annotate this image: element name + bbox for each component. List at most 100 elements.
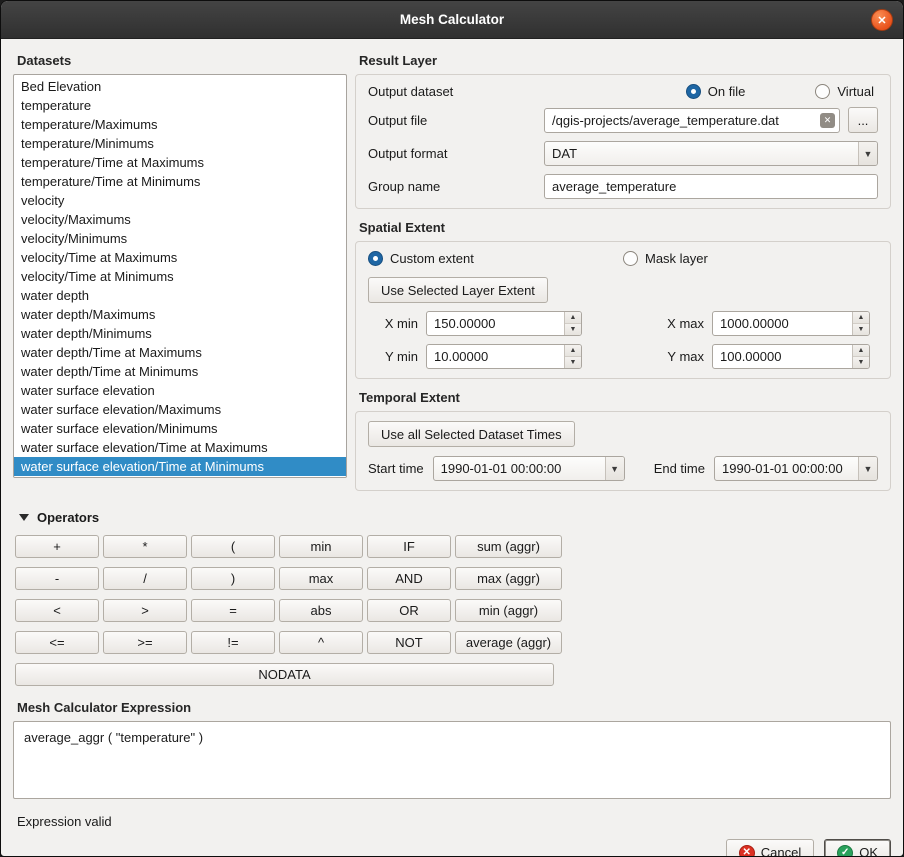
virtual-radio-label: Virtual bbox=[837, 84, 874, 99]
mask-layer-radio[interactable]: Mask layer bbox=[623, 251, 708, 266]
spin-down-icon[interactable]: ▼ bbox=[565, 324, 581, 335]
dataset-item[interactable]: velocity/Time at Maximums bbox=[14, 248, 346, 267]
dataset-item[interactable]: water depth/Time at Maximums bbox=[14, 343, 346, 362]
x-min-label: X min bbox=[368, 316, 418, 331]
operator-button[interactable]: min bbox=[279, 535, 363, 558]
y-min-spin-buttons: ▲ ▼ bbox=[564, 345, 581, 368]
operator-button[interactable]: < bbox=[15, 599, 99, 622]
operator-button[interactable]: + bbox=[15, 535, 99, 558]
operator-button[interactable]: - bbox=[15, 567, 99, 590]
operator-button[interactable]: = bbox=[191, 599, 275, 622]
operators-collapse-header[interactable]: Operators bbox=[19, 510, 891, 525]
dataset-item[interactable]: water surface elevation/Time at Maximums bbox=[14, 438, 346, 457]
dataset-item[interactable]: velocity bbox=[14, 191, 346, 210]
operator-button[interactable]: min (aggr) bbox=[455, 599, 562, 622]
dataset-item[interactable]: velocity/Minimums bbox=[14, 229, 346, 248]
y-min-spinbox[interactable]: 10.00000 ▲ ▼ bbox=[426, 344, 582, 369]
browse-file-button[interactable]: ... bbox=[848, 107, 878, 133]
output-format-label: Output format bbox=[368, 146, 536, 161]
output-file-input-wrap: ✕ bbox=[544, 108, 840, 133]
operator-button[interactable]: IF bbox=[367, 535, 451, 558]
spin-up-icon[interactable]: ▲ bbox=[853, 345, 869, 357]
dataset-item[interactable]: temperature bbox=[14, 96, 346, 115]
top-row: Datasets Bed Elevation temperature tempe… bbox=[13, 49, 891, 498]
cancel-icon: ✕ bbox=[739, 845, 755, 857]
spin-down-icon[interactable]: ▼ bbox=[565, 357, 581, 368]
dataset-item[interactable]: velocity/Time at Minimums bbox=[14, 267, 346, 286]
time-range-row: Start time 1990-01-01 00:00:00 ▼ End tim… bbox=[368, 456, 878, 481]
mesh-calculator-window: Mesh Calculator ✕ Datasets Bed Elevation… bbox=[0, 0, 904, 857]
virtual-radio[interactable]: Virtual bbox=[815, 84, 874, 99]
output-format-select[interactable]: DAT ▼ bbox=[544, 141, 878, 166]
spin-up-icon[interactable]: ▲ bbox=[565, 312, 581, 324]
datasets-panel: Datasets Bed Elevation temperature tempe… bbox=[13, 49, 347, 498]
dataset-item[interactable]: water depth bbox=[14, 286, 346, 305]
x-min-spinbox[interactable]: 150.00000 ▲ ▼ bbox=[426, 311, 582, 336]
operator-button[interactable]: / bbox=[103, 567, 187, 590]
operators-section: Operators + * ( min IF sum (aggr) - / ) … bbox=[13, 506, 891, 686]
operator-button[interactable]: ) bbox=[191, 567, 275, 590]
start-time-select[interactable]: 1990-01-01 00:00:00 ▼ bbox=[433, 456, 625, 481]
output-dataset-radios: On file Virtual bbox=[544, 84, 878, 99]
dataset-item[interactable]: water surface elevation bbox=[14, 381, 346, 400]
operator-button[interactable]: != bbox=[191, 631, 275, 654]
dataset-item[interactable]: velocity/Maximums bbox=[14, 210, 346, 229]
output-dataset-row: Output dataset On file Virtual bbox=[368, 84, 878, 99]
dataset-item[interactable]: water depth/Minimums bbox=[14, 324, 346, 343]
operator-button[interactable]: AND bbox=[367, 567, 451, 590]
spin-down-icon[interactable]: ▼ bbox=[853, 324, 869, 335]
output-format-field: DAT ▼ bbox=[544, 141, 878, 166]
clear-text-icon[interactable]: ✕ bbox=[820, 113, 835, 128]
operator-button[interactable]: >= bbox=[103, 631, 187, 654]
custom-extent-radio[interactable]: Custom extent bbox=[368, 251, 474, 266]
operator-button[interactable]: OR bbox=[367, 599, 451, 622]
window-title: Mesh Calculator bbox=[400, 12, 504, 27]
spin-up-icon[interactable]: ▲ bbox=[565, 345, 581, 357]
dataset-item[interactable]: Bed Elevation bbox=[14, 77, 346, 96]
spin-up-icon[interactable]: ▲ bbox=[853, 312, 869, 324]
expression-editor[interactable]: average_aggr ( "temperature" ) bbox=[13, 721, 891, 799]
right-panel: Result Layer Output dataset On file Virt… bbox=[355, 49, 891, 498]
operator-button[interactable]: abs bbox=[279, 599, 363, 622]
dataset-item[interactable]: water surface elevation/Minimums bbox=[14, 419, 346, 438]
close-button[interactable]: ✕ bbox=[871, 9, 893, 31]
dataset-item[interactable]: water surface elevation/Maximums bbox=[14, 400, 346, 419]
operator-button[interactable]: sum (aggr) bbox=[455, 535, 562, 558]
dataset-item[interactable]: temperature/Minimums bbox=[14, 134, 346, 153]
operator-button[interactable]: max bbox=[279, 567, 363, 590]
x-max-spinbox[interactable]: 1000.00000 ▲ ▼ bbox=[712, 311, 870, 336]
output-dataset-label: Output dataset bbox=[368, 84, 536, 99]
cancel-button[interactable]: ✕ Cancel bbox=[726, 839, 814, 857]
operator-button[interactable]: NOT bbox=[367, 631, 451, 654]
y-max-spinbox[interactable]: 100.00000 ▲ ▼ bbox=[712, 344, 870, 369]
dataset-item[interactable]: water surface elevation/Time at Minimums bbox=[14, 457, 346, 476]
dataset-item[interactable]: water depth/Time at Minimums bbox=[14, 362, 346, 381]
dataset-item[interactable]: temperature/Time at Minimums bbox=[14, 172, 346, 191]
operator-button[interactable]: > bbox=[103, 599, 187, 622]
dataset-item[interactable]: temperature/Maximums bbox=[14, 115, 346, 134]
operator-button[interactable]: * bbox=[103, 535, 187, 558]
dataset-list[interactable]: Bed Elevation temperature temperature/Ma… bbox=[13, 74, 347, 478]
chevron-down-icon: ▼ bbox=[858, 457, 877, 480]
operator-button[interactable]: ^ bbox=[279, 631, 363, 654]
on-file-radio[interactable]: On file bbox=[686, 84, 746, 99]
y-max-spin-buttons: ▲ ▼ bbox=[852, 345, 869, 368]
spatial-extent-group: Custom extent Mask layer Use Selected La… bbox=[355, 241, 891, 379]
group-name-input[interactable] bbox=[544, 174, 878, 199]
expression-label: Mesh Calculator Expression bbox=[17, 700, 891, 715]
output-file-label: Output file bbox=[368, 113, 536, 128]
end-time-select[interactable]: 1990-01-01 00:00:00 ▼ bbox=[714, 456, 878, 481]
expression-section: Mesh Calculator Expression average_aggr … bbox=[13, 696, 891, 829]
output-file-input[interactable] bbox=[544, 108, 840, 133]
operator-button[interactable]: ( bbox=[191, 535, 275, 558]
dataset-item[interactable]: water depth/Maximums bbox=[14, 305, 346, 324]
ok-button[interactable]: ✓ OK bbox=[824, 839, 891, 857]
nodata-button[interactable]: NODATA bbox=[15, 663, 554, 686]
operator-button[interactable]: <= bbox=[15, 631, 99, 654]
dataset-item[interactable]: temperature/Time at Maximums bbox=[14, 153, 346, 172]
operator-button[interactable]: max (aggr) bbox=[455, 567, 562, 590]
use-dataset-times-button[interactable]: Use all Selected Dataset Times bbox=[368, 421, 575, 447]
use-layer-extent-button[interactable]: Use Selected Layer Extent bbox=[368, 277, 548, 303]
spin-down-icon[interactable]: ▼ bbox=[853, 357, 869, 368]
operator-button[interactable]: average (aggr) bbox=[455, 631, 562, 654]
